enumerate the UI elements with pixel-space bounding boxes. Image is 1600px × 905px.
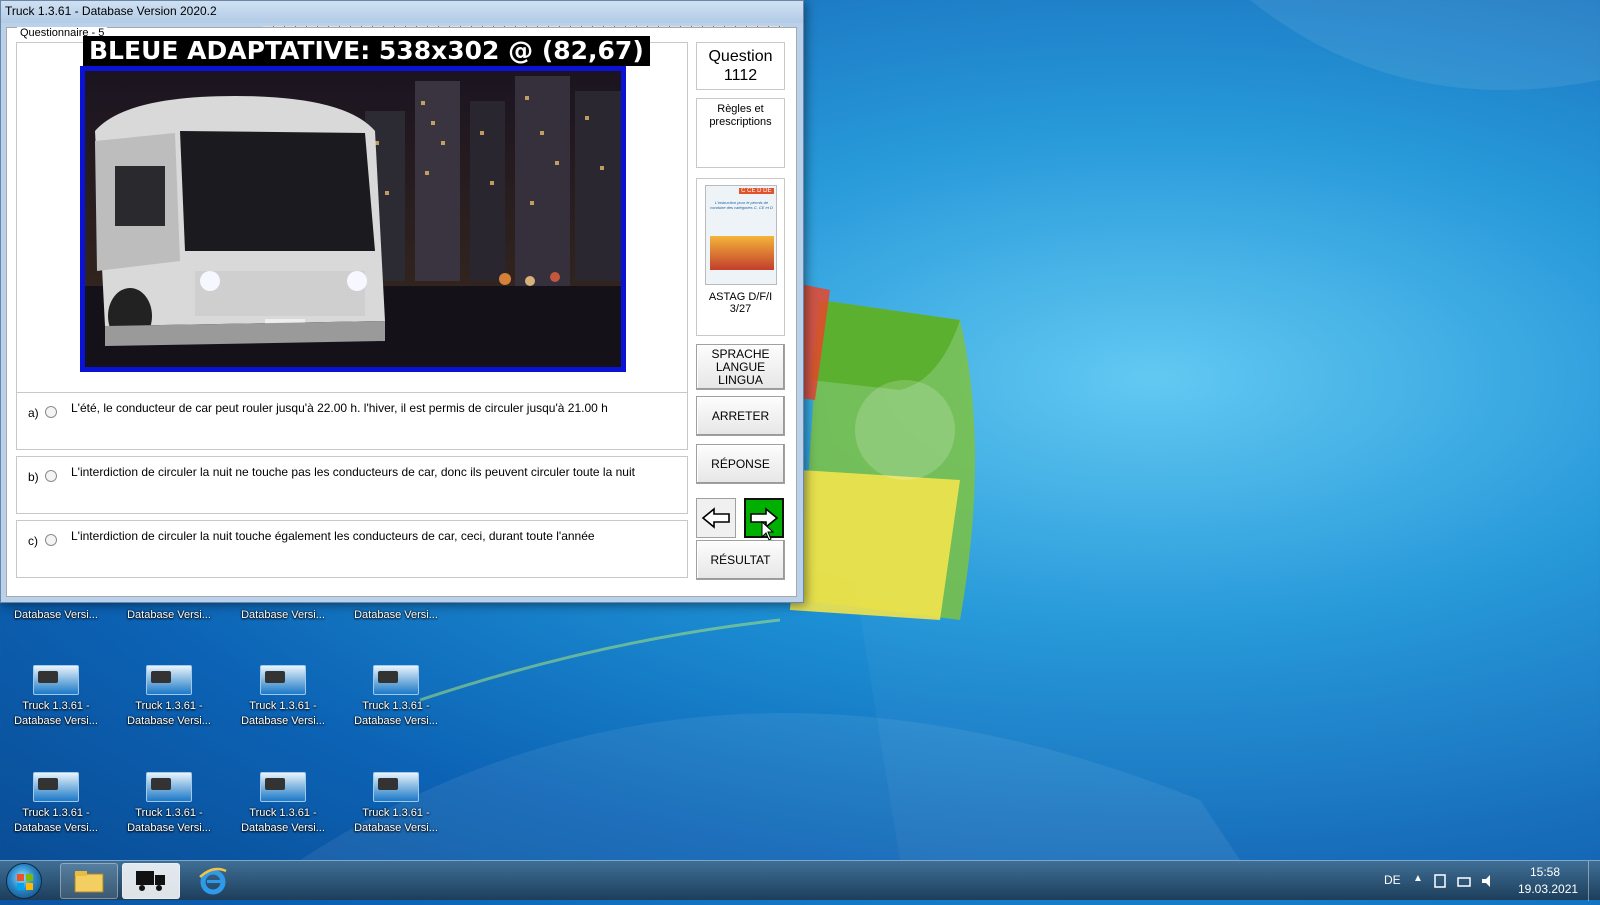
windows-logo-icon [17, 874, 33, 890]
desktop-shortcut[interactable]: Truck 1.3.61 - Database Versi... [346, 772, 446, 836]
answer-option-a[interactable]: a) L'été, le conducteur de car peut roul… [16, 392, 688, 450]
desktop-shortcut[interactable]: Truck 1.3.61 - Database Versi... [6, 772, 106, 836]
desktop-shortcut[interactable]: Truck 1.3.61 - Database Versi... [119, 772, 219, 836]
book-page: 3/27 [729, 303, 752, 315]
truck-app-icon [136, 871, 165, 891]
taskbar: DE ▲ 15:58 19.03.2021 [0, 860, 1600, 901]
truck-app-icon [33, 665, 79, 695]
volume-icon[interactable] [1480, 873, 1496, 889]
desktop-shortcut[interactable]: Truck 1.3.61 - Database Versi... [346, 665, 446, 729]
mouse-cursor-icon [761, 521, 775, 541]
answer-text: L'été, le conducteur de car peut rouler … [71, 401, 608, 415]
answer-button[interactable]: RÉPONSE [696, 444, 785, 484]
answer-radio-c[interactable] [45, 534, 57, 546]
question-photo [80, 66, 626, 372]
answer-option-c[interactable]: c) L'interdiction de circuler la nuit to… [16, 520, 688, 578]
taskbar-internet-explorer[interactable] [184, 863, 242, 899]
desktop-shortcut[interactable]: Database Versi... [119, 608, 219, 623]
desktop-shortcut[interactable]: Database Versi... [346, 608, 446, 623]
question-category: Règles et prescriptions [709, 103, 772, 128]
start-button[interactable] [6, 863, 42, 899]
reference-book-box: C CE D DE L'instruction pour le permis d… [696, 178, 785, 336]
desktop-shortcut[interactable]: Database Versi... [233, 608, 333, 623]
result-button[interactable]: RÉSULTAT [696, 540, 785, 580]
usb-device-icon[interactable] [1432, 873, 1448, 889]
clock-time[interactable]: 15:58 [1530, 865, 1560, 879]
book-cover-tags: C CE D DE [739, 188, 774, 194]
book-source: ASTAG D/F/I [708, 291, 773, 303]
truck-app-icon [260, 772, 306, 802]
stop-button[interactable]: ARRETER [696, 396, 785, 436]
questionnaire-group: Questionnaire - 5 BLEUE ADAPTATIVE: 538x… [6, 27, 797, 597]
book-cover: C CE D DE L'instruction pour le permis d… [704, 185, 777, 285]
taskbar-truck-app[interactable] [122, 863, 180, 899]
taskbar-explorer[interactable] [60, 863, 118, 899]
network-icon[interactable] [1456, 873, 1472, 889]
answer-text: L'interdiction de circuler la nuit touch… [71, 529, 595, 543]
truck-app-icon [373, 665, 419, 695]
desktop-shortcut[interactable]: Truck 1.3.61 - Database Versi... [233, 772, 333, 836]
clock-date[interactable]: 19.03.2021 [1518, 882, 1578, 896]
book-cover-bus-image [709, 236, 774, 270]
app-window: Truck 1.3.61 - Database Version 2020.2 Q… [0, 0, 804, 603]
book-cover-text: L'instruction pour le permis de conduire… [710, 200, 773, 210]
truck-app-icon [33, 772, 79, 802]
truck-app-icon [146, 665, 192, 695]
truck-app-icon [260, 665, 306, 695]
tray-expand-icon[interactable]: ▲ [1413, 873, 1423, 884]
desktop-shortcut[interactable]: Truck 1.3.61 - Database Versi... [233, 665, 333, 729]
language-button[interactable]: SPRACHE LANGUE LINGUA [696, 344, 785, 390]
keyboard-language[interactable]: DE [1384, 873, 1401, 887]
window-title[interactable]: Truck 1.3.61 - Database Version 2020.2 [1, 1, 803, 23]
explorer-icon [74, 871, 104, 893]
answer-text: L'interdiction de circuler la nuit ne to… [71, 465, 635, 479]
answer-letter: b) [28, 470, 39, 484]
question-number-box: Question 1112 [696, 42, 785, 90]
answer-radio-a[interactable] [45, 406, 57, 418]
truck-app-icon [146, 772, 192, 802]
question-heading: Question [708, 48, 773, 65]
overlay-label: BLEUE ADAPTATIVE: 538x302 @ (82,67) [83, 36, 650, 66]
arrow-left-icon [701, 507, 730, 529]
previous-button[interactable] [696, 498, 736, 538]
answer-letter: a) [28, 406, 39, 420]
answer-letter: c) [28, 534, 38, 548]
answer-option-b[interactable]: b) L'interdiction de circuler la nuit ne… [16, 456, 688, 514]
show-desktop-button[interactable] [1588, 861, 1600, 901]
answer-radio-b[interactable] [45, 470, 57, 482]
desktop-shortcut[interactable]: Database Versi... [6, 608, 106, 623]
truck-app-icon [373, 772, 419, 802]
question-number: 1112 [723, 67, 758, 84]
category-box: Règles et prescriptions [696, 98, 785, 168]
bus-night-photo [85, 71, 621, 367]
desktop-shortcut[interactable]: Truck 1.3.61 - Database Versi... [119, 665, 219, 729]
desktop-shortcut[interactable]: Truck 1.3.61 - Database Versi... [6, 665, 106, 729]
internet-explorer-icon [199, 867, 227, 895]
